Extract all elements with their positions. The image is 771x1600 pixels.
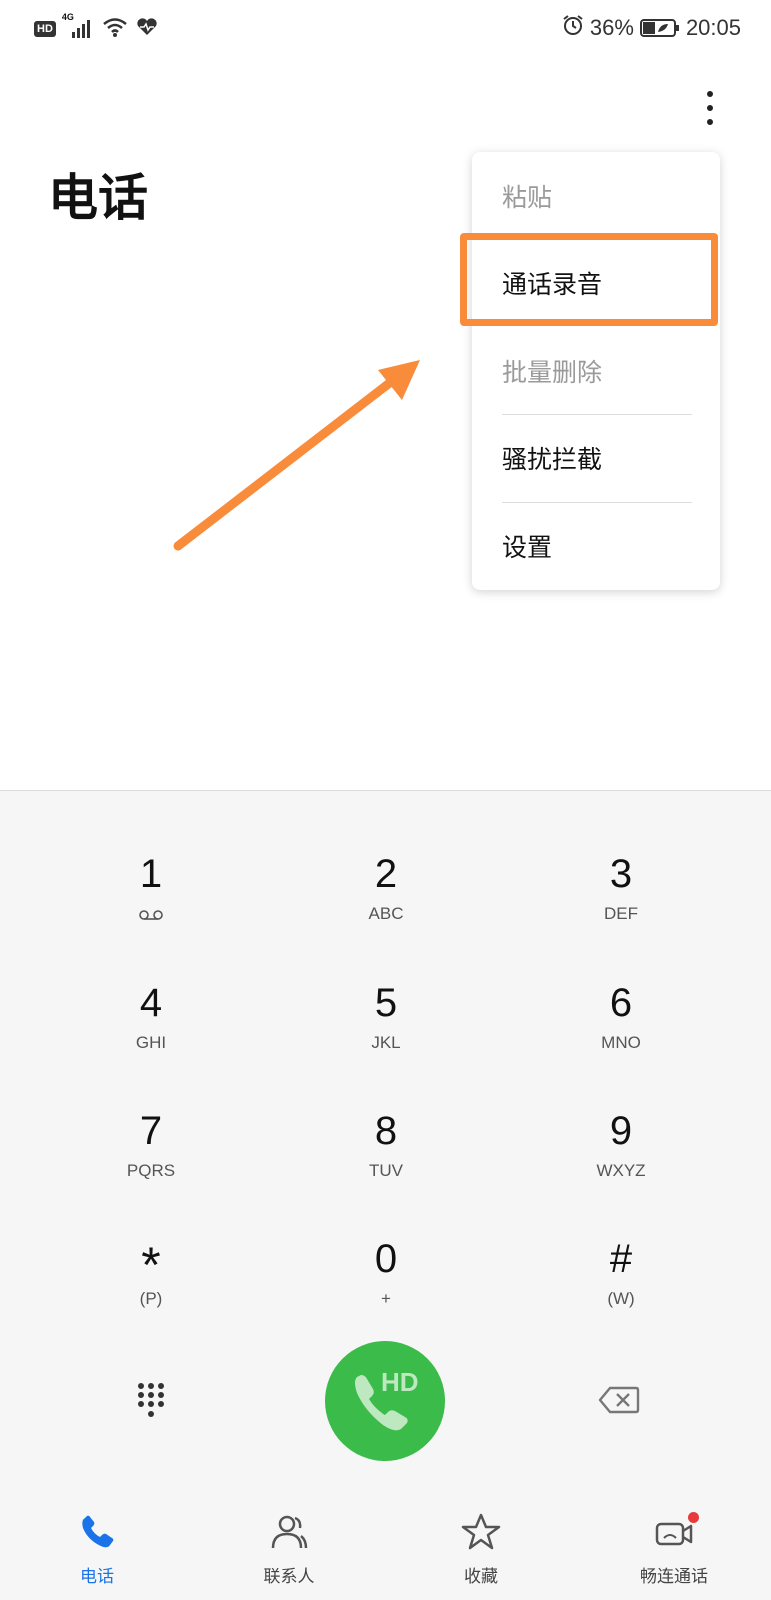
phone-handset-icon [355,1375,408,1431]
call-button[interactable]: HD [325,1341,445,1461]
key-letters: JKL [371,1033,401,1052]
nav-item-favorites[interactable]: 收藏 [411,1490,551,1600]
nav-item-meetime[interactable]: 畅连通话 [604,1490,744,1600]
bottom-nav: 电话 联系人 收藏 畅连通话 [0,1490,771,1600]
annotation-highlight-box [460,233,718,326]
key-letters: MNO [601,1033,641,1052]
contacts-icon [271,1515,308,1549]
key-2[interactable]: 2 ABC [306,852,466,962]
key-letters: GHI [135,1033,167,1052]
phone-icon [82,1515,114,1548]
menu-item-settings[interactable]: 设置 [502,502,692,590]
key-letters: ABC [368,904,404,923]
key-letters: + [381,1289,391,1308]
nav-item-phone[interactable]: 电话 [27,1490,167,1600]
key-letters: (W) [607,1289,635,1308]
key-digit: 1 [139,852,163,896]
key-digit: 3 [609,852,633,896]
key-digit: 9 [609,1109,633,1153]
key-0[interactable]: 0 + [306,1237,466,1347]
key-digit: 2 [374,852,398,896]
backspace-icon[interactable] [598,1386,640,1414]
key-6[interactable]: 6 MNO [541,981,701,1091]
overflow-menu: 粘贴 通话录音 批量删除 骚扰拦截 设置 [472,152,720,590]
key-letters: TUV [369,1161,403,1180]
key-digit: 4 [139,981,163,1025]
menu-item-paste[interactable]: 粘贴 [502,152,692,240]
key-5[interactable]: 5 JKL [306,981,466,1091]
key-9[interactable]: 9 WXYZ [541,1109,701,1219]
key-digit: 7 [139,1109,163,1153]
menu-item-batch-delete[interactable]: 批量删除 [502,327,692,415]
key-digit: 0 [374,1237,398,1281]
voicemail-icon [138,906,164,925]
key-4[interactable]: 4 GHI [71,981,231,1091]
dialpad-toggle-icon[interactable] [136,1381,166,1421]
key-star[interactable]: * (P) [71,1237,231,1347]
star-icon [461,1513,501,1550]
key-letters: WXYZ [596,1161,646,1180]
key-8[interactable]: 8 TUV [306,1109,466,1219]
menu-item-harassment-block[interactable]: 骚扰拦截 [502,414,692,502]
key-letters: PQRS [126,1161,176,1180]
key-hash[interactable]: # (W) [541,1237,701,1347]
key-letters: DEF [604,904,638,923]
key-1[interactable]: 1 [71,852,231,962]
key-digit: # [609,1237,633,1281]
nav-label: 电话 [80,1567,114,1587]
key-letters: (P) [139,1289,163,1308]
nav-label: 收藏 [464,1567,498,1587]
nav-label: 畅连通话 [640,1567,708,1587]
key-7[interactable]: 7 PQRS [71,1109,231,1219]
nav-label: 联系人 [263,1567,315,1587]
key-digit: * [141,1237,161,1293]
key-digit: 8 [374,1109,398,1153]
hd-badge: HD [381,1367,419,1397]
key-3[interactable]: 3 DEF [541,852,701,962]
notification-dot [688,1512,699,1523]
key-digit: 6 [609,981,633,1025]
nav-item-contacts[interactable]: 联系人 [219,1490,359,1600]
key-digit: 5 [374,981,398,1025]
